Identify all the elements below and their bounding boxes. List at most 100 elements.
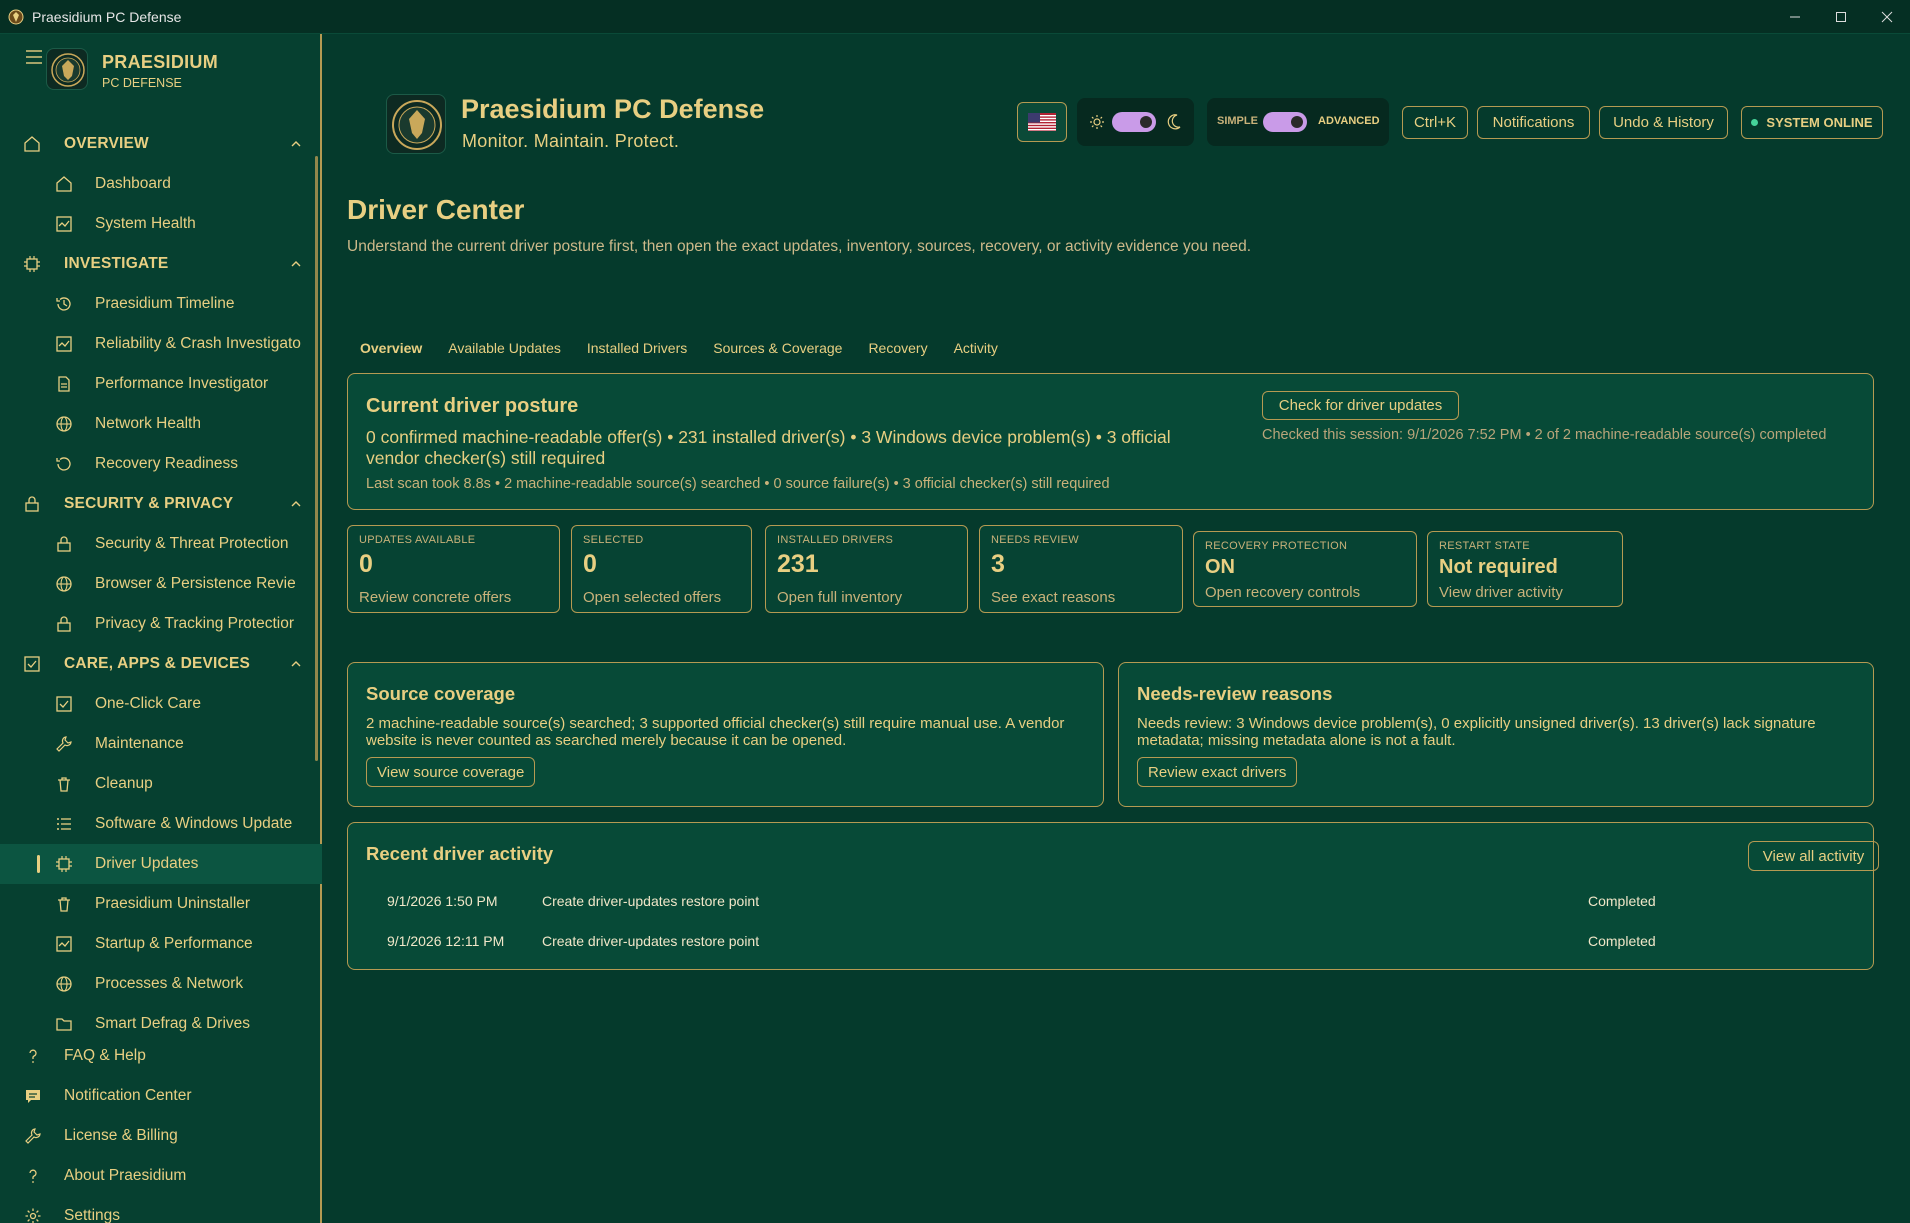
activity-status: Completed — [1588, 893, 1656, 909]
sidebar-item-license-billing[interactable]: License & Billing — [0, 1116, 322, 1156]
sidebar-item-recovery-readiness[interactable]: Recovery Readiness — [0, 444, 322, 484]
chevron-up-icon[interactable] — [290, 139, 302, 149]
notifications-button[interactable]: Notifications — [1477, 106, 1590, 139]
sidebar-item-network-health[interactable]: Network Health — [0, 404, 322, 444]
sidebar-item-settings[interactable]: Settings — [0, 1196, 322, 1223]
sidebar-item-praesidium-uninstaller[interactable]: Praesidium Uninstaller — [0, 884, 322, 924]
stat-recovery-protection[interactable]: RECOVERY PROTECTION ON Open recovery con… — [1193, 531, 1417, 607]
sidebar-bottom-nav: FAQ & Help Notification Center License &… — [0, 1036, 322, 1223]
stat-link[interactable]: View driver activity — [1439, 584, 1563, 601]
sidebar-item-performance-investigator[interactable]: Performance Investigator — [0, 364, 322, 404]
window-controls — [1772, 0, 1910, 34]
lock-icon — [25, 496, 39, 512]
language-button[interactable] — [1017, 102, 1067, 142]
nav-section-care-apps-devices[interactable]: CARE, APPS & DEVICES — [0, 644, 322, 684]
nav-section-security-privacy[interactable]: SECURITY & PRIVACY — [0, 484, 322, 524]
close-icon[interactable] — [1864, 0, 1910, 34]
activity-row: 9/1/2026 12:11 PM Create driver-updates … — [348, 921, 1875, 961]
chevron-up-icon[interactable] — [290, 659, 302, 669]
sidebar-item-reliability[interactable]: Reliability & Crash Investigato — [0, 324, 322, 364]
history-icon — [56, 297, 71, 311]
sidebar-item-driver-updates[interactable]: Driver Updates — [0, 844, 322, 884]
chevron-up-icon[interactable] — [290, 499, 302, 509]
undo-history-button[interactable]: Undo & History — [1599, 106, 1728, 139]
chevron-up-icon[interactable] — [290, 259, 302, 269]
sidebar-item-smart-defrag[interactable]: Smart Defrag & Drives — [0, 1004, 322, 1034]
stat-link[interactable]: See exact reasons — [991, 589, 1115, 606]
hamburger-menu-icon[interactable] — [26, 50, 42, 64]
tab-activity[interactable]: Activity — [941, 334, 1011, 370]
posture-scan-details: Last scan took 8.8s • 2 machine-readable… — [366, 476, 1110, 492]
sidebar-item-processes-network[interactable]: Processes & Network — [0, 964, 322, 1004]
view-all-activity-button[interactable]: View all activity — [1748, 841, 1879, 871]
tab-overview[interactable]: Overview — [347, 334, 435, 370]
nav-section-overview[interactable]: OVERVIEW — [0, 124, 322, 164]
sidebar-item-system-health[interactable]: System Health — [0, 204, 322, 244]
view-source-coverage-button[interactable]: View source coverage — [366, 757, 536, 787]
chip-icon — [56, 856, 72, 872]
source-coverage-card: Source coverage 2 machine-readable sourc… — [347, 662, 1104, 807]
globe-icon — [56, 416, 72, 432]
sidebar-item-browser-persistence[interactable]: Browser & Persistence Revie — [0, 564, 322, 604]
stat-updates-available[interactable]: UPDATES AVAILABLE 0 Review concrete offe… — [347, 525, 560, 613]
command-palette-button[interactable]: Ctrl+K — [1402, 106, 1468, 139]
window-titlebar: Praesidium PC Defense — [0, 0, 1910, 34]
sidebar-item-startup-performance[interactable]: Startup & Performance — [0, 924, 322, 964]
sidebar-item-software-windows-update[interactable]: Software & Windows Update — [0, 804, 322, 844]
chip-icon — [24, 256, 40, 272]
stat-needs-review[interactable]: NEEDS REVIEW 3 See exact reasons — [979, 525, 1183, 613]
tab-installed-drivers[interactable]: Installed Drivers — [574, 334, 700, 370]
sidebar-item-maintenance[interactable]: Maintenance — [0, 724, 322, 764]
tab-recovery[interactable]: Recovery — [855, 334, 940, 370]
message-icon — [26, 1090, 40, 1103]
main-content: Praesidium PC Defense Monitor. Maintain.… — [324, 34, 1910, 1223]
page-description: Understand the current driver posture fi… — [347, 238, 1252, 255]
sidebar-item-label: Reliability & Crash Investigato — [95, 335, 301, 352]
sidebar-item-cleanup[interactable]: Cleanup — [0, 764, 322, 804]
sidebar-item-security-threat[interactable]: Security & Threat Protection — [0, 524, 322, 564]
stat-link[interactable]: Open recovery controls — [1205, 584, 1360, 601]
question-icon — [29, 1169, 37, 1183]
stat-restart-state[interactable]: RESTART STATE Not required View driver a… — [1427, 531, 1623, 607]
stat-installed-drivers[interactable]: INSTALLED DRIVERS 231 Open full inventor… — [765, 525, 968, 613]
lock-icon — [57, 536, 71, 552]
stat-link[interactable]: Open full inventory — [777, 589, 902, 606]
theme-toggle-group — [1077, 98, 1194, 146]
sidebar-item-praesidium-timeline[interactable]: Praesidium Timeline — [0, 284, 322, 324]
sidebar-item-label: Browser & Persistence Revie — [95, 575, 296, 592]
minimize-icon[interactable] — [1772, 0, 1818, 34]
stat-link[interactable]: Open selected offers — [583, 589, 721, 606]
stat-selected[interactable]: SELECTED 0 Open selected offers — [571, 525, 752, 613]
stat-key: RESTART STATE — [1439, 540, 1530, 552]
activity-row: 9/1/2026 1:50 PM Create driver-updates r… — [348, 881, 1875, 921]
trash-icon — [58, 897, 70, 912]
sidebar-item-notification-center[interactable]: Notification Center — [0, 1076, 322, 1116]
sidebar-item-one-click-care[interactable]: One-Click Care — [0, 684, 322, 724]
tab-available-updates[interactable]: Available Updates — [435, 334, 574, 370]
restore-icon — [56, 457, 71, 471]
sidebar-scrollbar[interactable] — [315, 156, 318, 761]
sidebar-item-privacy-tracking[interactable]: Privacy & Tracking Protectior — [0, 604, 322, 644]
sidebar-item-faq-help[interactable]: FAQ & Help — [0, 1036, 322, 1076]
sun-icon — [1090, 115, 1104, 129]
tab-sources-coverage[interactable]: Sources & Coverage — [700, 334, 855, 370]
theme-toggle[interactable] — [1112, 112, 1156, 132]
stat-value: 3 — [991, 550, 1005, 578]
nav-section-label: INVESTIGATE — [64, 255, 169, 272]
review-exact-drivers-button[interactable]: Review exact drivers — [1137, 757, 1298, 787]
review-text: Needs review: 3 Windows device problem(s… — [1137, 715, 1816, 749]
sidebar-item-about[interactable]: About Praesidium — [0, 1156, 322, 1196]
check-driver-updates-button[interactable]: Check for driver updates — [1262, 391, 1459, 420]
maximize-icon[interactable] — [1818, 0, 1864, 34]
list-icon — [57, 818, 71, 830]
home-icon — [56, 176, 72, 192]
stat-value: ON — [1205, 556, 1235, 578]
system-status-text: SYSTEM ONLINE — [1766, 115, 1873, 130]
stat-link[interactable]: Review concrete offers — [359, 589, 511, 606]
sidebar-item-dashboard[interactable]: Dashboard — [0, 164, 322, 204]
recent-activity-card: Recent driver activity View all activity… — [347, 822, 1879, 970]
lock-icon — [57, 616, 71, 632]
stat-key: UPDATES AVAILABLE — [359, 534, 476, 546]
mode-toggle[interactable] — [1263, 112, 1307, 132]
nav-section-investigate[interactable]: INVESTIGATE — [0, 244, 322, 284]
